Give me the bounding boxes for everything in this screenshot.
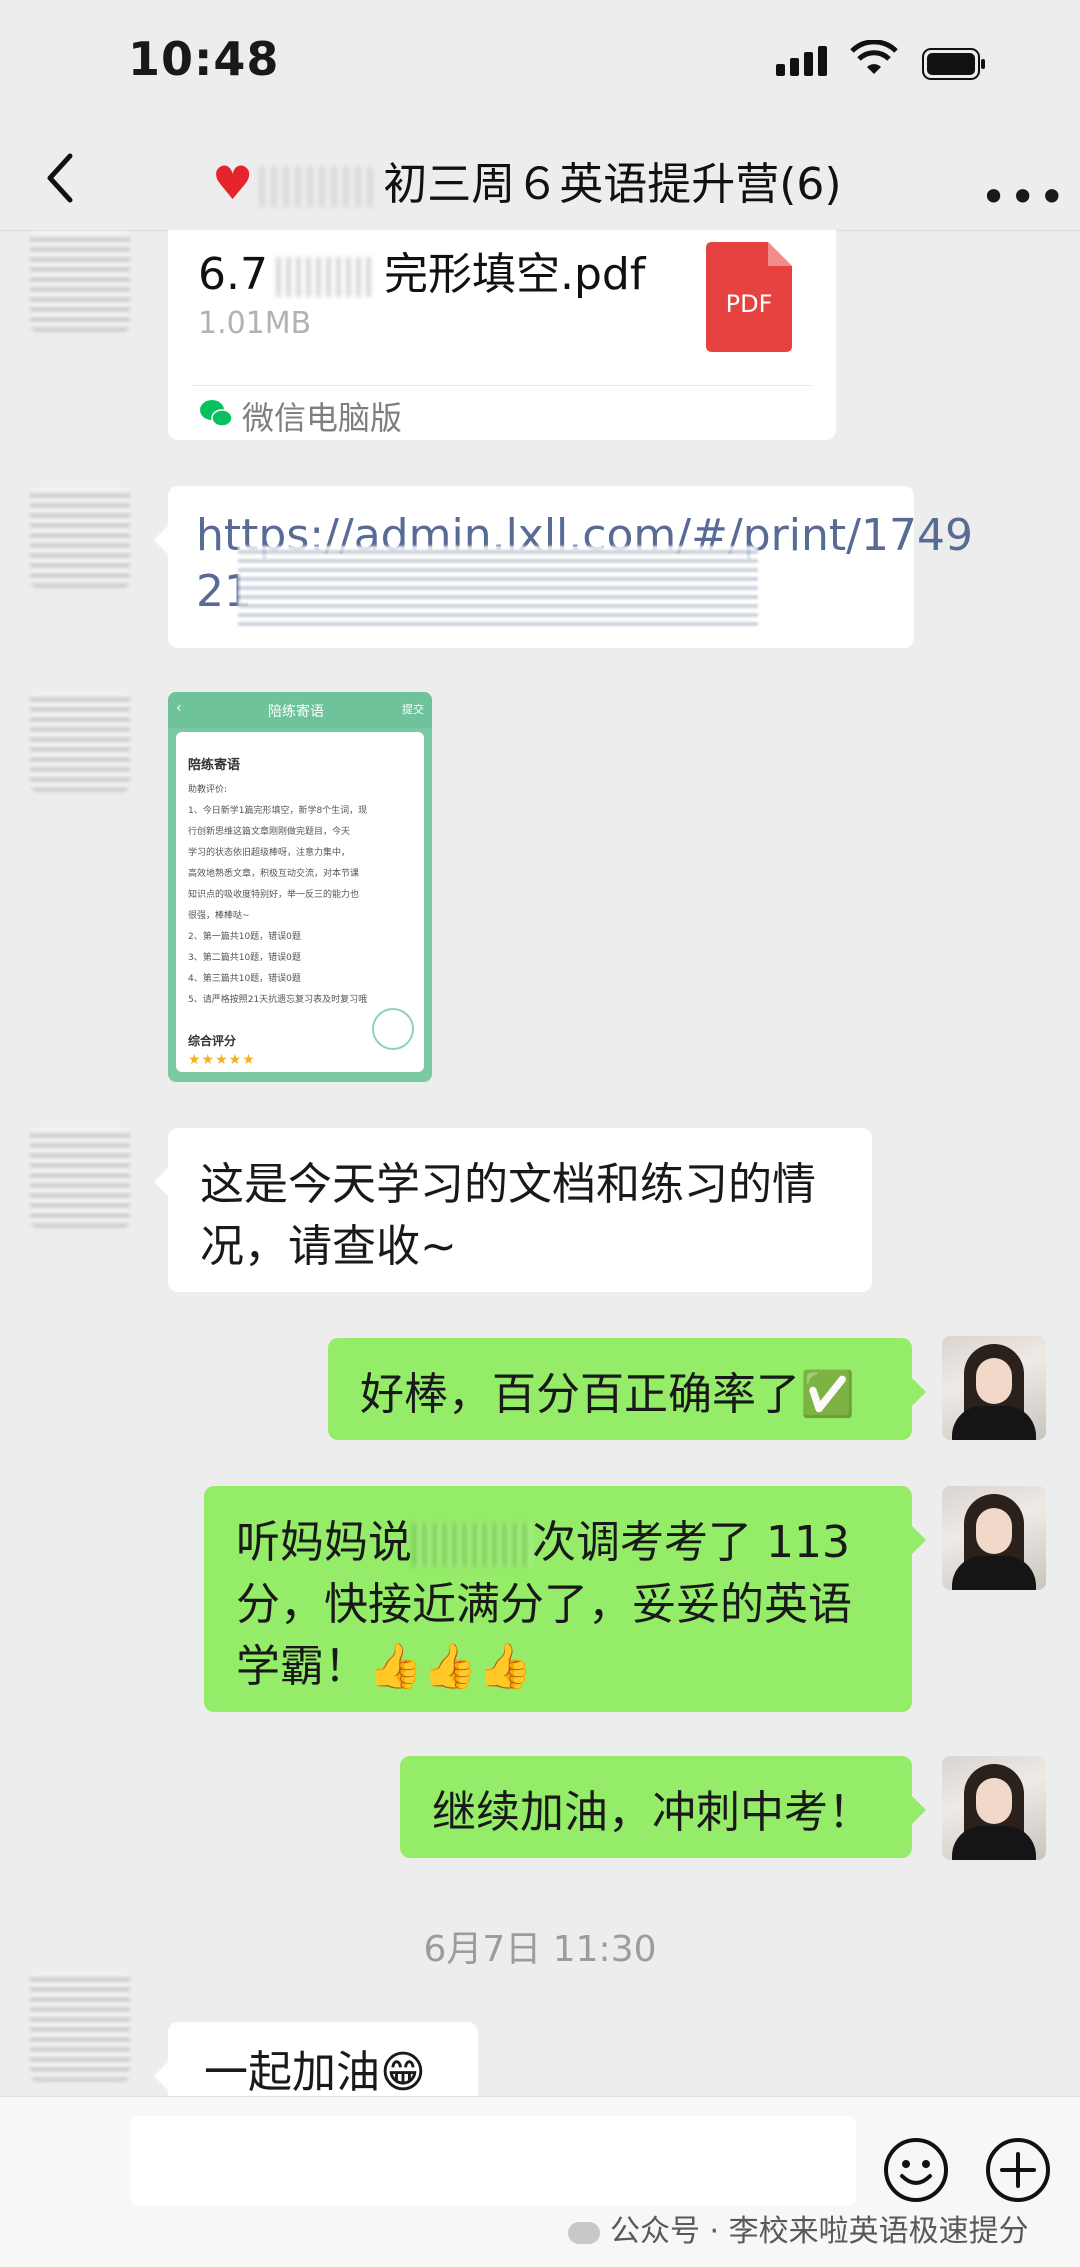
wechat-icon	[200, 400, 233, 427]
plus-icon[interactable]	[984, 2136, 1052, 2204]
wifi-icon	[850, 40, 898, 74]
avatar[interactable]	[30, 1972, 130, 2082]
heart-icon: ♥	[212, 156, 254, 210]
link-message[interactable]: https://admin.lxll.com/#/print/1749 21	[154, 486, 973, 648]
message-timestamp: 6月7日 11:30	[423, 1929, 657, 1970]
image-text-line: 很强，棒棒哒~	[188, 911, 250, 921]
battery-icon	[922, 48, 985, 80]
image-text-line: 3、第二篇共10题，错误0题	[188, 953, 301, 963]
file-message[interactable]: 6.7 完形填空.pdf 1.01MB PDF 微信电脑版	[168, 230, 836, 440]
image-text-line: 2、第一篇共10题，错误0题	[188, 932, 301, 942]
avatar[interactable]	[942, 1756, 1046, 1860]
avatar[interactable]	[30, 1128, 130, 1228]
watermark: 公众号 · 李校来啦英语极速提分	[568, 2206, 1029, 2250]
divider	[192, 385, 812, 386]
file-source: 微信电脑版	[242, 399, 403, 437]
message-input[interactable]	[130, 2116, 856, 2206]
my-message[interactable]: 听妈妈说 次调考考了 113 分，快接近满分了，妥妥的英语 学霸！👍👍👍	[204, 1486, 926, 1712]
avatar[interactable]	[30, 488, 130, 588]
pdf-label: PDF	[726, 290, 773, 318]
image-text-line: 助教评价:	[188, 785, 228, 795]
image-back-icon: ‹	[176, 700, 182, 716]
chat-title: ♥ 初三周６英语提升营(6)	[212, 156, 842, 210]
image-message[interactable]: ‹ 陪练寄语 提交 陪练寄语 助教评价: 1、今日新学1篇完形填空，新学8个生词，…	[168, 692, 432, 1082]
official-account-icon	[568, 2221, 600, 2244]
avatar[interactable]	[942, 1336, 1046, 1440]
image-card: 陪练寄语 助教评价: 1、今日新学1篇完形填空，新学8个生词，现 行创新思维这篇文章…	[176, 732, 424, 1072]
image-text-line: 5、请严格按照21天抗遗忘复习表及时复习哦	[188, 995, 368, 1005]
redacted-text	[275, 257, 376, 297]
avatar[interactable]	[30, 232, 130, 332]
file-name: 6.7 完形填空.pdf	[198, 249, 646, 300]
pdf-file-icon: PDF	[706, 242, 792, 352]
redacted-text	[259, 167, 378, 207]
rating-stars: ★★★★★	[188, 1052, 256, 1068]
image-text-line: 4、第三篇共10题，错误0题	[188, 974, 301, 984]
status-time: 10:48	[128, 32, 280, 86]
back-arrow-icon[interactable]	[40, 148, 80, 208]
signal-icon	[776, 46, 832, 76]
image-header: ‹ 陪练寄语 提交	[168, 692, 432, 728]
emoji-icon[interactable]	[882, 2136, 950, 2204]
redacted-text	[238, 546, 758, 626]
file-size: 1.01MB	[198, 306, 312, 341]
image-text-line: 学习的状态依旧超级棒呀，注意力集中，	[188, 848, 351, 858]
image-text-line: 高效地熟悉文章，积极互动交流，对本节课	[188, 869, 360, 879]
avatar[interactable]	[30, 692, 130, 792]
stamp-icon	[372, 1008, 414, 1050]
image-text-line: 1、今日新学1篇完形填空，新学8个生词，现	[188, 806, 368, 816]
image-text-line: 行创新思维这篇文章刚刚做完题目，今天	[188, 827, 351, 837]
my-message[interactable]: 好棒，百分百正确率了✅	[328, 1338, 926, 1440]
image-text-line: 知识点的吸收度特别好，举一反三的能力也	[188, 890, 360, 900]
more-options-icon[interactable]: •••	[980, 170, 1067, 224]
text-message[interactable]: 这是今天学习的文档和练习的情 况，请查收~	[154, 1128, 872, 1292]
avatar[interactable]	[942, 1486, 1046, 1590]
my-message[interactable]: 继续加油，冲刺中考！	[400, 1756, 926, 1858]
redacted-text	[412, 1523, 532, 1567]
